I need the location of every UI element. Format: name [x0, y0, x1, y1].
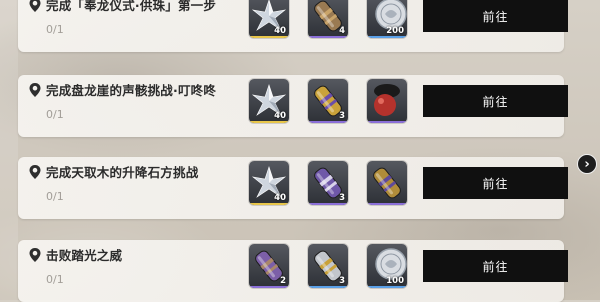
- rarity-bar: [308, 36, 348, 38]
- go-button[interactable]: 前往: [423, 250, 568, 282]
- reward-quantity: 40: [274, 193, 286, 203]
- quest-progress: 0/1: [46, 190, 64, 203]
- reward-quantity: 4: [339, 26, 345, 36]
- reward-quantity: 3: [339, 111, 345, 121]
- reward-item[interactable]: [367, 79, 407, 123]
- rarity-bar: [367, 121, 407, 123]
- quest-card: 完成「奉龙仪式·供珠」第一步 0/1 40 4 200 前往: [18, 0, 568, 52]
- reward-item[interactable]: 200: [367, 0, 407, 38]
- quest-card: 完成盘龙崖的声骸挑战·叮咚咚 0/1 40 3 前往: [18, 75, 568, 137]
- rarity-bar: [367, 203, 407, 205]
- rarity-bar: [249, 121, 289, 123]
- quest-progress: 0/1: [46, 23, 64, 36]
- reward-quantity: 40: [274, 26, 286, 36]
- reward-quantity: 3: [339, 193, 345, 203]
- reward-item[interactable]: 4: [308, 0, 348, 38]
- quest-title: 完成天取木的升降石方挑战: [46, 165, 199, 180]
- reward-item[interactable]: 3: [308, 244, 348, 288]
- quest-title: 击败踏光之威: [46, 248, 123, 263]
- rarity-bar: [308, 121, 348, 123]
- rarity-bar: [367, 36, 407, 38]
- quest-title: 完成「奉龙仪式·供珠」第一步: [46, 0, 217, 13]
- quest-card: 击败踏光之威 0/1 2 3 100 前往: [18, 240, 568, 302]
- rarity-bar: [308, 203, 348, 205]
- reward-quantity: 100: [386, 276, 404, 286]
- go-button[interactable]: 前往: [423, 167, 568, 199]
- reward-quantity: 2: [280, 276, 286, 286]
- quest-progress: 0/1: [46, 108, 64, 121]
- reward-quantity: 200: [386, 26, 404, 36]
- rarity-bar: [249, 203, 289, 205]
- go-button[interactable]: 前往: [423, 85, 568, 117]
- reward-item[interactable]: 3: [308, 79, 348, 123]
- reward-item[interactable]: [367, 161, 407, 205]
- go-button[interactable]: 前往: [423, 0, 568, 32]
- quest-progress: 0/1: [46, 273, 64, 286]
- rarity-bar: [308, 286, 348, 288]
- location-pin-icon: [28, 164, 42, 180]
- quest-title: 完成盘龙崖的声骸挑战·叮咚咚: [46, 83, 217, 98]
- reward-item[interactable]: 40: [249, 79, 289, 123]
- reward-item[interactable]: 40: [249, 0, 289, 38]
- location-pin-icon: [28, 82, 42, 98]
- rarity-bar: [249, 36, 289, 38]
- rarity-bar: [367, 286, 407, 288]
- reward-item[interactable]: 3: [308, 161, 348, 205]
- reward-item[interactable]: 100: [367, 244, 407, 288]
- location-pin-icon: [28, 0, 42, 13]
- reward-item[interactable]: 40: [249, 161, 289, 205]
- reward-item[interactable]: 2: [249, 244, 289, 288]
- reward-quantity: 40: [274, 111, 286, 121]
- reward-quantity: 3: [339, 276, 345, 286]
- left-panel-edge: [0, 0, 18, 300]
- rarity-bar: [249, 286, 289, 288]
- location-pin-icon: [28, 247, 42, 263]
- chevron-right-icon[interactable]: ›: [577, 154, 597, 174]
- quest-card: 完成天取木的升降石方挑战 0/1 40 3 前往: [18, 157, 568, 219]
